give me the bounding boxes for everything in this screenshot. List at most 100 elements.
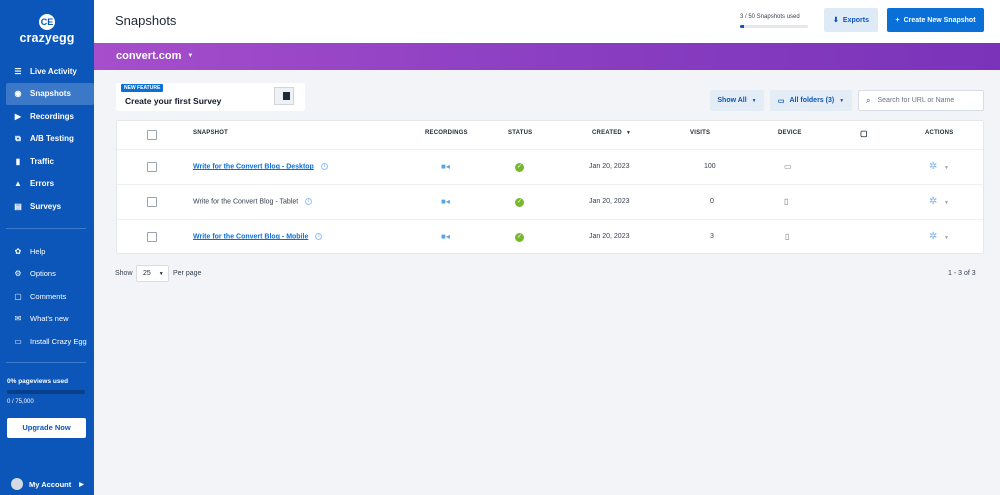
per-page-select[interactable]: 25 ▼ — [136, 265, 169, 282]
row-checkbox[interactable] — [147, 162, 157, 172]
logo-text: crazyegg — [19, 31, 75, 45]
page-header: Snapshots 3 / 50 Snapshots used ⬇ Export… — [94, 0, 1000, 43]
snapshot-name[interactable]: Write for the Convert Blog - Tablet — [193, 198, 298, 205]
list-icon: ☰ — [14, 66, 22, 76]
new-feature-title: Create your first Survey — [125, 96, 222, 106]
sidebar-divider — [6, 362, 86, 363]
column-header-visits: VISITS — [690, 130, 711, 136]
recordings-icon[interactable]: ■◂ — [441, 197, 450, 206]
info-icon[interactable]: i — [305, 198, 313, 205]
gear-icon: ⚙ — [14, 269, 22, 279]
upgrade-button[interactable]: Upgrade Now — [7, 418, 86, 438]
snapshots-used-bar — [740, 25, 808, 28]
recordings-icon[interactable]: ■◂ — [441, 162, 450, 171]
create-snapshot-label: Create New Snapshot — [903, 16, 976, 24]
sidebar-item-errors[interactable]: ▲ Errors — [6, 173, 94, 195]
megaphone-icon: ✉ — [14, 314, 22, 324]
chevron-down-icon[interactable]: ▼ — [944, 165, 949, 171]
per-page-value: 25 — [143, 270, 151, 277]
sidebar: CE crazyegg ☰ Live Activity ◉ Snapshots … — [0, 0, 94, 495]
search-icon: ⌕ — [866, 95, 871, 105]
chevron-down-icon[interactable]: ▼ — [944, 235, 949, 241]
camera-icon: ◉ — [14, 89, 22, 99]
sidebar-item-help[interactable]: ✿ Help — [6, 240, 94, 262]
chevron-down-icon: ▼ — [158, 270, 164, 277]
gear-icon[interactable]: ✲ — [929, 231, 937, 242]
column-header-status: STATUS — [508, 130, 533, 136]
recordings-icon[interactable]: ■◂ — [441, 232, 450, 241]
gear-icon[interactable]: ✲ — [929, 196, 937, 207]
secondary-nav: ✿ Help ⚙ Options ▢ Comments ✉ What's new… — [0, 240, 94, 353]
snapshot-name-cell: Write for the Convert Blog - Tablet i — [193, 198, 313, 205]
exports-button[interactable]: ⬇ Exports — [824, 8, 878, 32]
row-checkbox[interactable] — [147, 232, 157, 242]
tablet-icon: ▯ — [784, 197, 789, 206]
created-date: Jan 20, 2023 — [589, 163, 630, 170]
info-icon[interactable]: i — [315, 233, 323, 240]
chevron-down-icon: ▼ — [187, 53, 194, 59]
survey-preview-image — [274, 87, 294, 105]
folders-filter[interactable]: ▭ All folders (3) ▼ — [770, 90, 852, 111]
table-row: Write for the Convert Blog - Mobile i ■◂ … — [117, 219, 983, 254]
sidebar-item-options[interactable]: ⚙ Options — [6, 263, 94, 285]
site-name: convert.com — [116, 50, 182, 62]
sidebar-item-label: Snapshots — [30, 89, 71, 99]
sidebar-item-comments[interactable]: ▢ Comments — [6, 285, 94, 307]
create-snapshot-button[interactable]: + Create New Snapshot — [887, 8, 984, 32]
site-selector[interactable]: convert.com ▼ — [116, 50, 193, 62]
sidebar-item-snapshots[interactable]: ◉ Snapshots — [6, 82, 94, 105]
sidebar-item-live-activity[interactable]: ☰ Live Activity — [6, 60, 94, 82]
sidebar-item-install[interactable]: ▭ Install Crazy Egg — [6, 330, 94, 352]
sidebar-item-label: A/B Testing — [30, 134, 74, 144]
show-all-label: Show All — [717, 97, 747, 104]
sidebar-item-label: Install Crazy Egg — [30, 336, 87, 346]
status-active-icon: ✓ — [515, 163, 524, 172]
bar-chart-icon: ▮ — [15, 156, 21, 166]
new-feature-card[interactable]: NEW FEATURE Create your first Survey — [116, 83, 305, 111]
column-header-recordings: RECORDINGS — [425, 130, 468, 136]
sidebar-item-recordings[interactable]: ▶ Recordings — [6, 105, 94, 127]
search-box: ⌕ — [858, 90, 984, 111]
my-account-button[interactable]: My Account ▶ — [11, 478, 84, 490]
chevron-down-icon[interactable]: ▼ — [944, 200, 949, 206]
pageviews-usage-label: 0% pageviews used — [7, 378, 69, 385]
search-input[interactable] — [877, 97, 978, 104]
snapshots-used-fill — [740, 25, 745, 28]
download-icon: ⬇ — [833, 17, 839, 24]
show-label: Show — [115, 270, 133, 277]
page-title: Snapshots — [115, 13, 177, 28]
avatar — [11, 478, 23, 490]
row-checkbox[interactable] — [147, 197, 157, 207]
sidebar-item-label: Help — [30, 246, 46, 256]
select-all-checkbox[interactable] — [147, 130, 157, 140]
gear-icon[interactable]: ✲ — [929, 161, 937, 172]
snapshot-link[interactable]: Write for the Convert Blog - Desktop — [193, 163, 314, 170]
show-all-filter[interactable]: Show All ▼ — [710, 90, 764, 111]
sidebar-item-label: Errors — [30, 179, 55, 189]
sidebar-item-traffic[interactable]: ▮ Traffic — [6, 150, 94, 172]
crazyegg-logo[interactable]: CE crazyegg — [0, 12, 94, 45]
plus-icon: + — [895, 16, 900, 24]
sidebar-item-whats-new[interactable]: ✉ What's new — [6, 308, 94, 330]
sidebar-item-surveys[interactable]: ▤ Surveys — [6, 196, 94, 218]
warning-icon: ▲ — [14, 179, 22, 189]
status-active-icon: ✓ — [515, 233, 524, 242]
table-row: Write for the Convert Blog - Tablet i ■◂ … — [117, 184, 983, 219]
snapshot-link[interactable]: Write for the Convert Blog - Mobile — [193, 233, 308, 240]
logo-egg-icon: CE — [39, 14, 55, 30]
snapshots-table: SNAPSHOT RECORDINGS STATUS CREATED ▼ VIS… — [116, 120, 984, 254]
snapshots-used-label: 3 / 50 Snapshots used — [740, 14, 800, 20]
snapshot-name-cell: Write for the Convert Blog - Desktop i — [193, 163, 328, 170]
folder-icon: ▭ — [777, 97, 785, 105]
visits-count: 100 — [704, 163, 716, 170]
sidebar-item-label: Surveys — [30, 202, 62, 212]
info-icon[interactable]: i — [320, 163, 328, 170]
desktop-icon: ▭ — [784, 162, 792, 171]
new-feature-badge: NEW FEATURE — [121, 84, 164, 92]
sidebar-item-label: Traffic — [30, 156, 55, 166]
column-header-created[interactable]: CREATED ▼ — [592, 130, 631, 136]
pageviews-usage-count: 0 / 75,000 — [7, 399, 34, 405]
pagination-range: 1 - 3 of 3 — [948, 270, 976, 277]
sidebar-item-ab-testing[interactable]: ⧉ A/B Testing — [6, 128, 94, 150]
sidebar-item-label: Recordings — [30, 111, 75, 121]
